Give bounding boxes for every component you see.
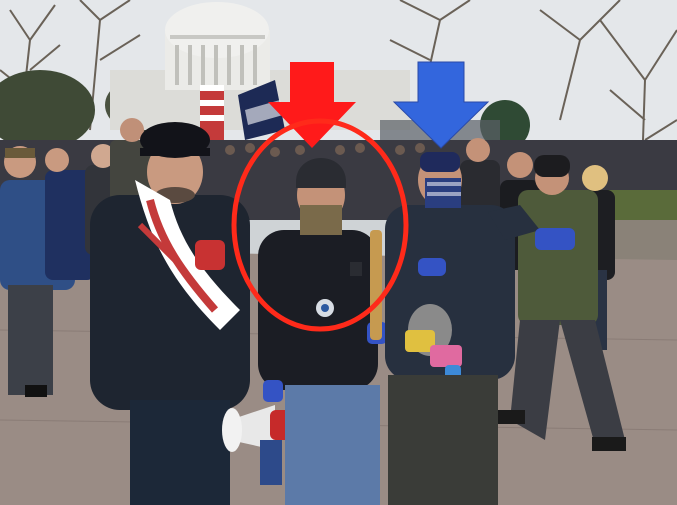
wooden-stick [370, 230, 382, 340]
crowd-photo [0, 0, 677, 505]
photo-scene [0, 0, 677, 505]
